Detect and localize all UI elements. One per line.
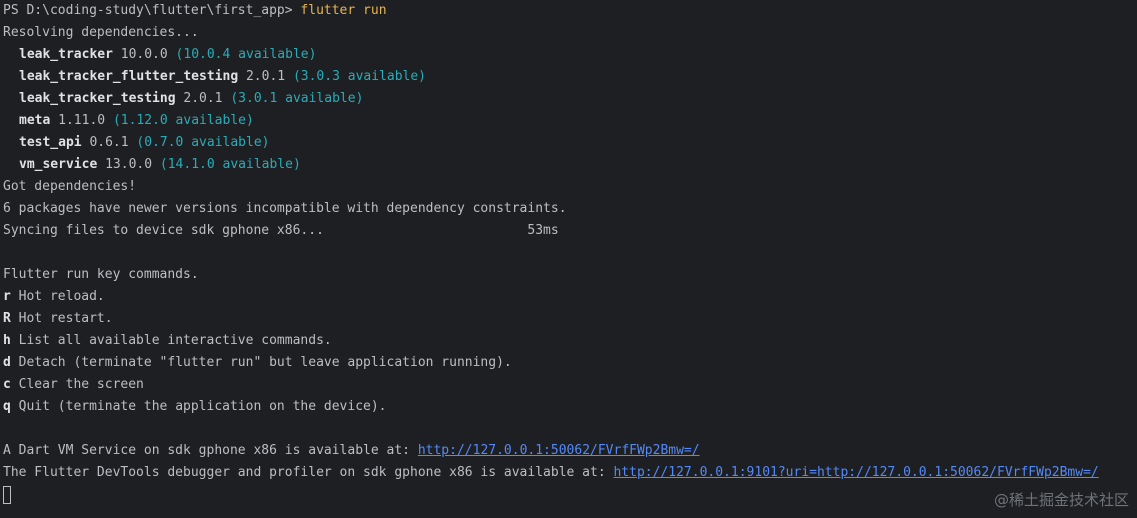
vm-service-link[interactable]: http://127.0.0.1:50062/FVrfFWp2Bmw=/ xyxy=(418,443,700,458)
key-command-line: h List all available interactive command… xyxy=(3,330,1137,352)
package-line: leak_tracker 10.0.0 (10.0.4 available) xyxy=(3,44,1137,66)
package-line: test_api 0.6.1 (0.7.0 available) xyxy=(3,132,1137,154)
key-command-key: R xyxy=(3,311,11,326)
got-deps-line: Got dependencies! xyxy=(3,179,137,194)
package-available: (1.12.0 available) xyxy=(112,113,254,128)
prompt-line: PS D:\coding-study\flutter\first_app> fl… xyxy=(3,0,1137,22)
key-command-key: c xyxy=(3,377,11,392)
key-command-line: q Quit (terminate the application on the… xyxy=(3,396,1137,418)
devtools-link[interactable]: http://127.0.0.1:9101?uri=http://127.0.0… xyxy=(613,465,1098,480)
package-name: test_api xyxy=(19,135,82,150)
key-command-desc: Detach (terminate "flutter run" but leav… xyxy=(10,355,512,370)
newer-versions-line: 6 packages have newer versions incompati… xyxy=(3,201,567,216)
package-name: vm_service xyxy=(19,157,98,172)
key-command-desc: Clear the screen xyxy=(10,377,144,392)
devtools-text: The Flutter DevTools debugger and profil… xyxy=(3,465,614,480)
key-command-desc: Hot restart. xyxy=(10,311,113,326)
package-available: (3.0.3 available) xyxy=(292,69,427,84)
package-available: (10.0.4 available) xyxy=(175,47,317,62)
key-command-desc: List all available interactive commands. xyxy=(10,333,332,348)
package-version: 13.0.0 xyxy=(97,157,160,172)
syncing-line: Syncing files to device sdk gphone x86..… xyxy=(3,223,559,238)
prompt-command: flutter run xyxy=(300,3,387,18)
vm-service-line: A Dart VM Service on sdk gphone x86 is a… xyxy=(3,440,1137,462)
key-command-line: d Detach (terminate "flutter run" but le… xyxy=(3,352,1137,374)
key-commands-title: Flutter run key commands. xyxy=(3,267,199,282)
package-name: leak_tracker_flutter_testing xyxy=(19,69,239,84)
key-command-key: d xyxy=(3,355,11,370)
prompt-path: PS D:\coding-study\flutter\first_app> xyxy=(3,3,301,18)
terminal-output[interactable]: PS D:\coding-study\flutter\first_app> fl… xyxy=(0,0,1137,518)
package-line: meta 1.11.0 (1.12.0 available) xyxy=(3,110,1137,132)
watermark: @稀土掘金技术社区 xyxy=(993,491,1129,509)
key-command-line: r Hot reload. xyxy=(3,286,1137,308)
package-name: leak_tracker xyxy=(19,47,113,62)
package-name: meta xyxy=(19,113,51,128)
package-version: 1.11.0 xyxy=(50,113,113,128)
package-line: vm_service 13.0.0 (14.1.0 available) xyxy=(3,154,1137,176)
devtools-line: The Flutter DevTools debugger and profil… xyxy=(3,462,1137,484)
package-name: leak_tracker_testing xyxy=(19,91,176,106)
key-command-key: r xyxy=(3,289,11,304)
input-line[interactable] xyxy=(3,484,1137,506)
package-line: leak_tracker_flutter_testing 2.0.1 (3.0.… xyxy=(3,66,1137,88)
key-command-desc: Quit (terminate the application on the d… xyxy=(10,399,387,414)
key-command-desc: Hot reload. xyxy=(10,289,105,304)
package-available: (3.0.1 available) xyxy=(230,91,364,106)
key-command-key: h xyxy=(3,333,11,348)
terminal-cursor xyxy=(3,486,11,504)
package-version: 2.0.1 xyxy=(175,91,231,106)
key-command-key: q xyxy=(3,399,11,414)
vm-service-text: A Dart VM Service on sdk gphone x86 is a… xyxy=(3,443,418,458)
package-line: leak_tracker_testing 2.0.1 (3.0.1 availa… xyxy=(3,88,1137,110)
package-version: 0.6.1 xyxy=(81,135,137,150)
package-available: (14.1.0 available) xyxy=(159,157,301,172)
package-version: 2.0.1 xyxy=(238,69,293,84)
package-version: 10.0.0 xyxy=(112,47,176,62)
key-command-line: R Hot restart. xyxy=(3,308,1137,330)
package-available: (0.7.0 available) xyxy=(136,135,270,150)
key-command-line: c Clear the screen xyxy=(3,374,1137,396)
resolving-line: Resolving dependencies... xyxy=(3,25,199,40)
